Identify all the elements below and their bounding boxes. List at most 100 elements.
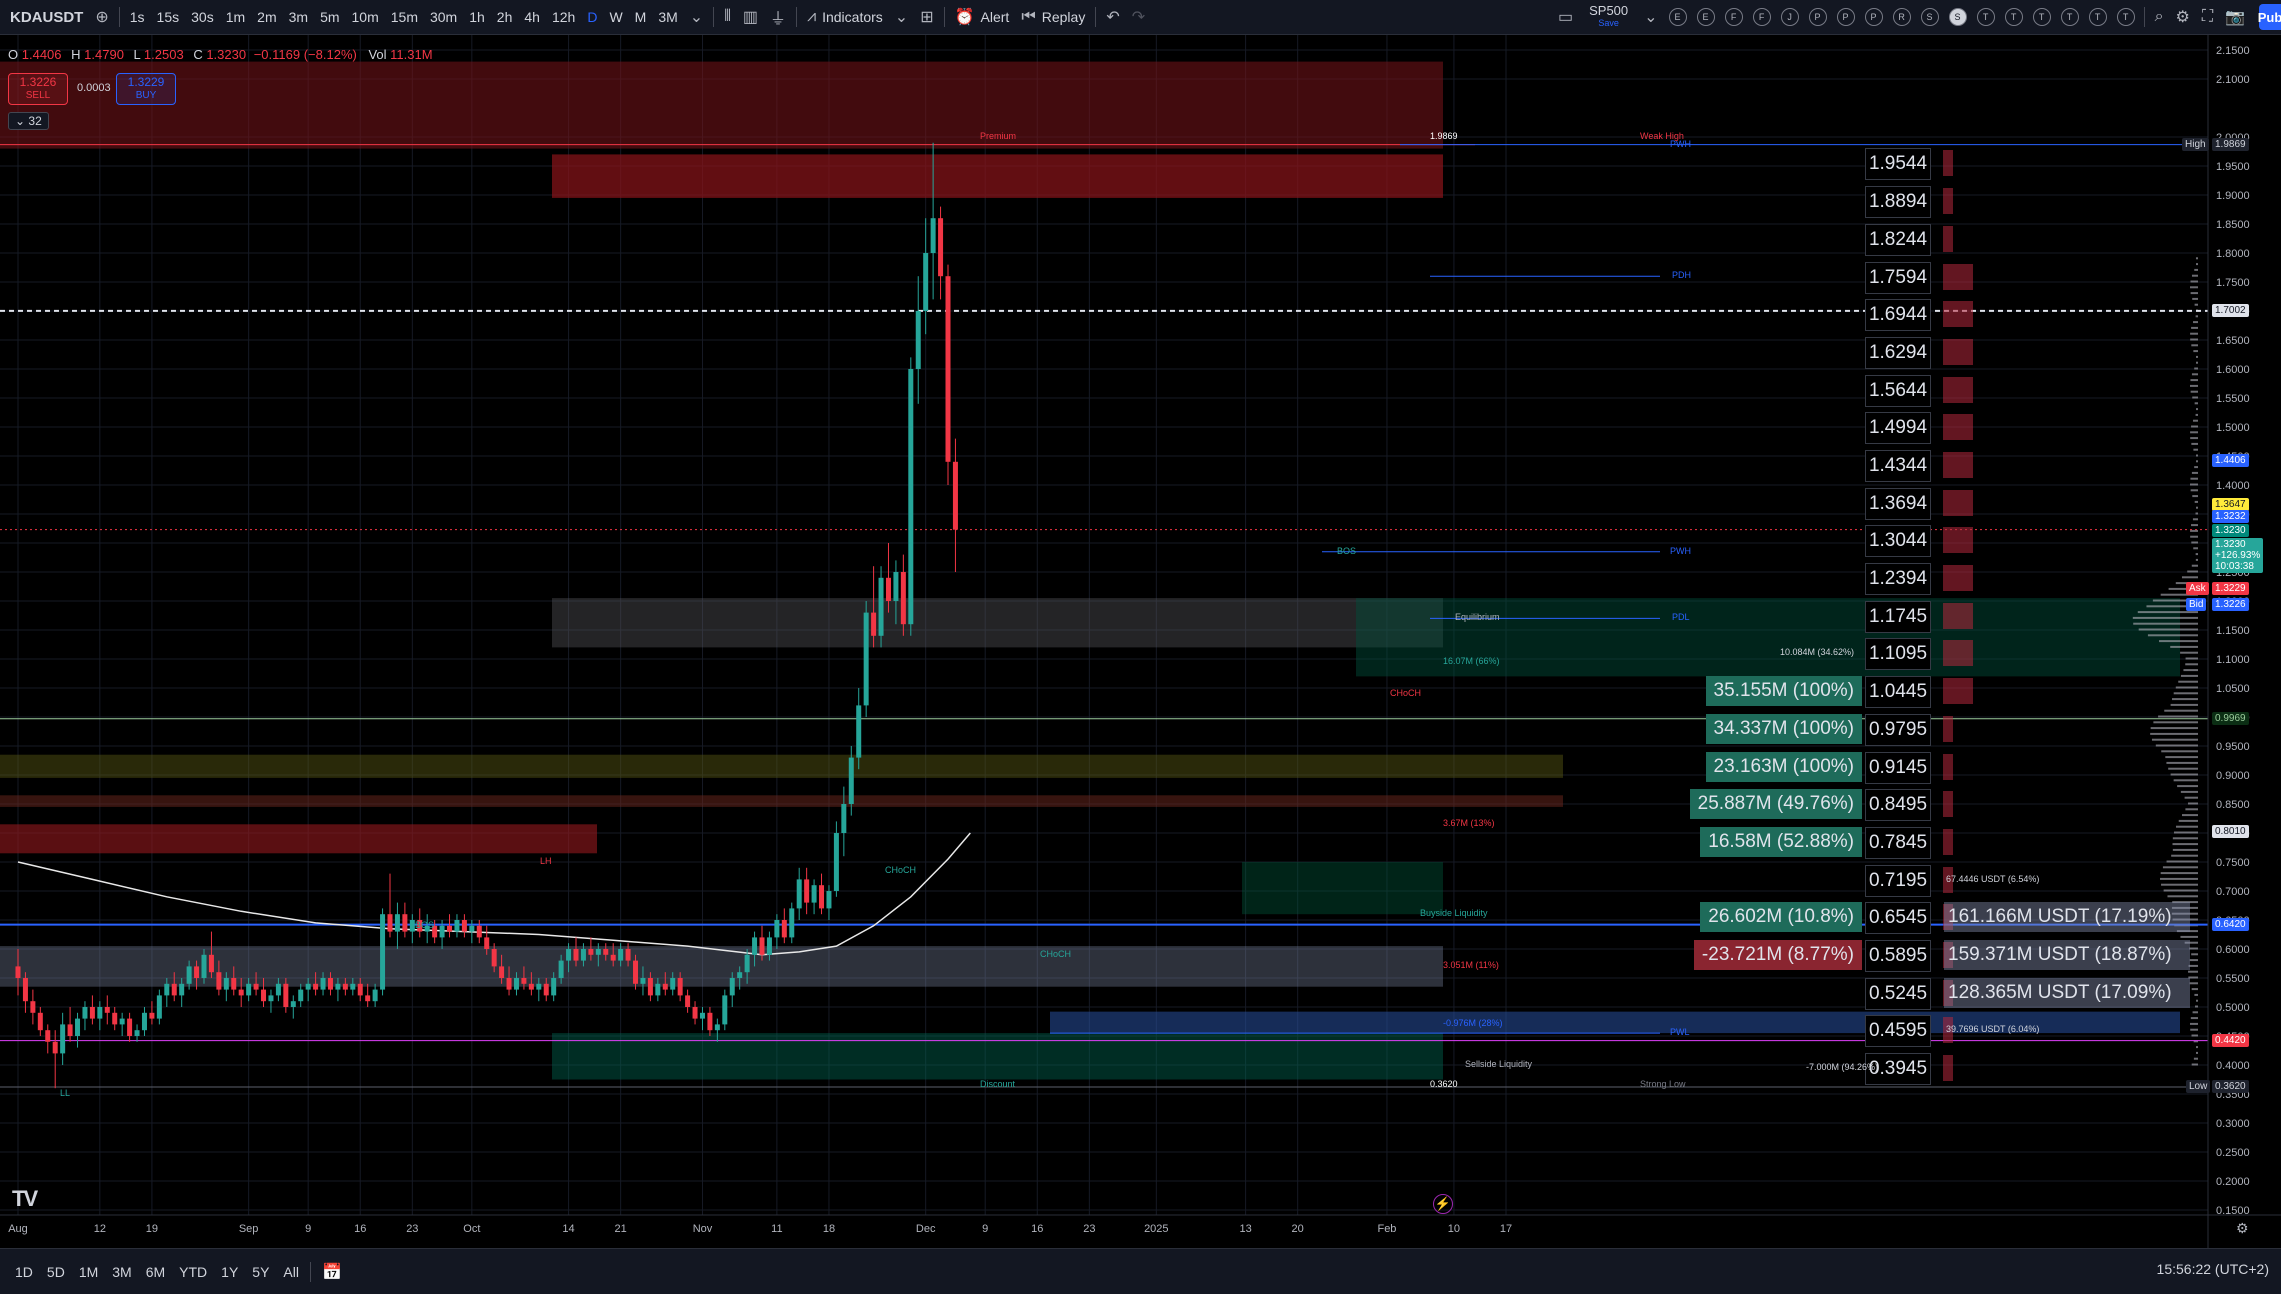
camera-icon[interactable]: 📷 bbox=[2219, 0, 2251, 34]
interval-15s[interactable]: 15s bbox=[151, 0, 186, 34]
interval-w[interactable]: W bbox=[603, 0, 628, 34]
replay-button[interactable]: ⏮ Replay bbox=[1015, 0, 1091, 34]
alert-button[interactable]: ⏰ Alert bbox=[949, 0, 1016, 34]
compare-add-icon[interactable]: ⊕ bbox=[89, 0, 114, 34]
price-level-box: 0.4595 bbox=[1865, 1015, 1931, 1048]
spread-value: 0.0003 bbox=[77, 82, 111, 94]
indicators-toggle[interactable]: ⌄ 32 bbox=[8, 112, 49, 130]
chevron-down-icon: ⌄ bbox=[15, 114, 29, 128]
interval-m[interactable]: M bbox=[629, 0, 653, 34]
interval-1s[interactable]: 1s bbox=[124, 0, 151, 34]
watchlist-symbol-f[interactable]: F bbox=[1752, 8, 1771, 26]
watchlist-symbol-t[interactable]: T bbox=[2088, 8, 2107, 26]
range-5y[interactable]: 5Y bbox=[245, 1264, 276, 1280]
quick-search-icon[interactable]: ⌕ bbox=[2149, 0, 2170, 34]
watchlist-symbol-p[interactable]: P bbox=[1836, 8, 1855, 26]
separator bbox=[943, 7, 945, 27]
indicators-button[interactable]: ⩘ Indicators bbox=[801, 0, 889, 34]
chevron-down-icon[interactable]: ⌄ bbox=[1638, 0, 1663, 34]
window-layout-icon[interactable]: ▭ bbox=[1552, 0, 1579, 34]
watchlist-symbol-t[interactable]: T bbox=[2032, 8, 2051, 26]
volume-bar bbox=[2191, 524, 2198, 527]
watchlist-symbol-e[interactable]: E bbox=[1696, 8, 1715, 26]
watchlist-symbol-p[interactable]: P bbox=[1808, 8, 1827, 26]
interval-2h[interactable]: 2h bbox=[491, 0, 519, 34]
chart-type-icon[interactable]: ⏚ bbox=[764, 0, 792, 34]
gear-icon[interactable]: ⚙ bbox=[2170, 0, 2196, 34]
order-block-zone bbox=[0, 795, 1563, 807]
interval-12h[interactable]: 12h bbox=[546, 0, 581, 34]
close-label: C bbox=[193, 47, 203, 62]
publish-button[interactable]: Pub bbox=[2258, 4, 2281, 30]
interval-d[interactable]: D bbox=[581, 0, 603, 34]
watchlist-symbol-s[interactable]: S bbox=[1920, 8, 1939, 26]
x-tick-label: 23 bbox=[406, 1223, 418, 1235]
clock[interactable]: 15:56:22 (UTC+2) bbox=[2157, 1261, 2269, 1277]
range-6m[interactable]: 6M bbox=[139, 1264, 172, 1280]
redo-icon[interactable]: ↷ bbox=[1126, 0, 1151, 34]
orderbook-volume-label: 34.337M (100%) bbox=[1705, 713, 1862, 744]
interval-5m[interactable]: 5m bbox=[314, 0, 345, 34]
watchlist-symbol-t[interactable]: T bbox=[1976, 8, 1995, 26]
candle-body bbox=[394, 914, 400, 932]
interval-1h[interactable]: 1h bbox=[463, 0, 491, 34]
watchlist-symbol-e[interactable]: E bbox=[1668, 8, 1687, 26]
interval-30m[interactable]: 30m bbox=[424, 0, 463, 34]
y-tick-label: 0.9500 bbox=[2216, 741, 2250, 753]
sell-button[interactable]: 1.3226 SELL bbox=[8, 73, 68, 105]
watchlist-symbol-r[interactable]: R bbox=[1892, 8, 1911, 26]
red-line-tag: 0.4420 bbox=[2212, 1033, 2249, 1047]
small-usdt-label: 67.4446 USDT (6.54%) bbox=[1946, 873, 2040, 884]
candle-body bbox=[499, 966, 505, 978]
lightning-icon[interactable]: ⚡ bbox=[1433, 1194, 1453, 1214]
interval-1m[interactable]: 1m bbox=[220, 0, 251, 34]
interval-3m[interactable]: 3m bbox=[283, 0, 314, 34]
candle-body bbox=[45, 1030, 51, 1042]
small-usdt-label: 39.7696 USDT (6.04%) bbox=[1946, 1024, 2040, 1035]
range-3m[interactable]: 3M bbox=[105, 1264, 138, 1280]
interval-30s[interactable]: 30s bbox=[185, 0, 220, 34]
watchlist-symbol-s[interactable]: S bbox=[1948, 8, 1967, 26]
y-tick-label: 0.7000 bbox=[2216, 886, 2250, 898]
price-level-box: 1.8894 bbox=[1865, 186, 1931, 219]
date-range-icon[interactable]: 📅 bbox=[315, 1262, 349, 1282]
buy-button[interactable]: 1.3229 BUY bbox=[116, 73, 176, 105]
tradingview-logo[interactable]: TV bbox=[12, 1186, 38, 1212]
interval-2m[interactable]: 2m bbox=[251, 0, 282, 34]
range-5d[interactable]: 5D bbox=[40, 1264, 72, 1280]
chevron-down-icon[interactable]: ⌄ bbox=[684, 0, 709, 34]
watchlist-symbol-t[interactable]: T bbox=[2116, 8, 2135, 26]
symbol-search[interactable]: KDAUSDT bbox=[0, 0, 89, 34]
range-1m[interactable]: 1M bbox=[72, 1264, 105, 1280]
interval-15m[interactable]: 15m bbox=[385, 0, 424, 34]
range-ytd[interactable]: YTD bbox=[172, 1264, 214, 1280]
fullscreen-icon[interactable]: ⛶ bbox=[2196, 0, 2219, 34]
layout-name[interactable]: SP500 Save bbox=[1589, 4, 1628, 29]
watchlist-symbol-j[interactable]: J bbox=[1780, 8, 1799, 26]
candle-body bbox=[476, 925, 482, 938]
candle-style-icon[interactable]: ⫴ bbox=[718, 0, 737, 34]
candle-body bbox=[127, 1018, 133, 1036]
interval-4h[interactable]: 4h bbox=[518, 0, 546, 34]
x-tick-label: 13 bbox=[1239, 1223, 1251, 1235]
bar-style-icon[interactable]: ▥ bbox=[737, 0, 764, 34]
price-level-box: 1.0445 bbox=[1865, 676, 1931, 709]
candle-body bbox=[320, 978, 326, 990]
watchlist-symbol-t[interactable]: T bbox=[2004, 8, 2023, 26]
volume-bar bbox=[2184, 796, 2198, 799]
volume-bar bbox=[2166, 860, 2198, 863]
range-all[interactable]: All bbox=[276, 1264, 306, 1280]
templates-icon[interactable]: ⊞ bbox=[914, 0, 939, 34]
interval-10m[interactable]: 10m bbox=[346, 0, 385, 34]
range-1d[interactable]: 1D bbox=[8, 1264, 40, 1280]
interval-3m[interactable]: 3M bbox=[652, 0, 683, 34]
price-chart[interactable]: 2.15002.10002.00001.95001.90001.85001.80… bbox=[0, 35, 2281, 1248]
undo-icon[interactable]: ↶ bbox=[1100, 0, 1125, 34]
watchlist-symbol-t[interactable]: T bbox=[2060, 8, 2079, 26]
watchlist-symbol-p[interactable]: P bbox=[1864, 8, 1883, 26]
volume-bar bbox=[2191, 564, 2198, 567]
watchlist-symbol-f[interactable]: F bbox=[1724, 8, 1743, 26]
chevron-down-icon[interactable]: ⌄ bbox=[889, 0, 914, 34]
range-1y[interactable]: 1Y bbox=[214, 1264, 245, 1280]
gear-icon[interactable]: ⚙ bbox=[2236, 1220, 2249, 1237]
